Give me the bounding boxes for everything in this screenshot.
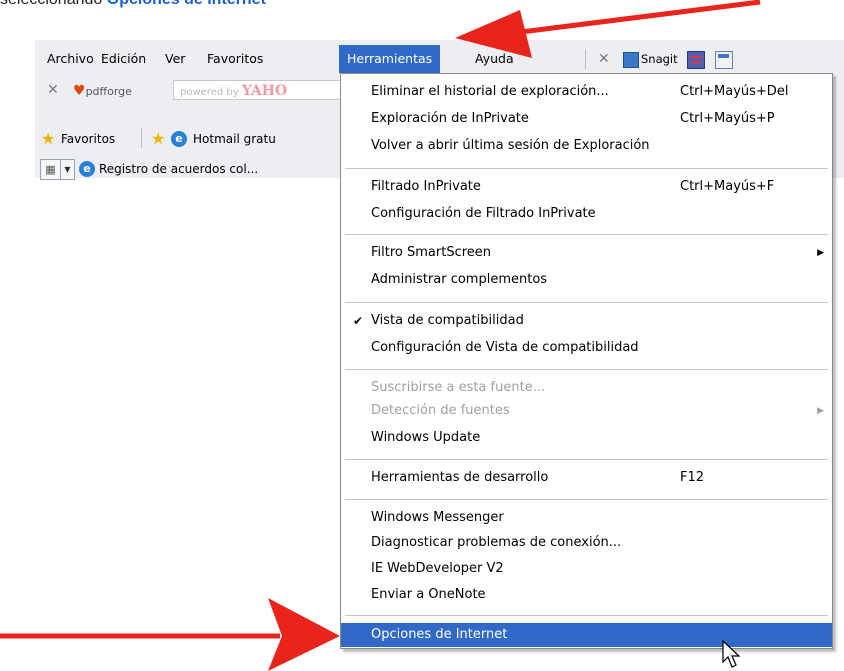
annotation-arrows: [0, 0, 761, 671]
mouse-cursor-icon: [722, 640, 741, 668]
top-arrow-shaft: [504, 0, 761, 37]
top-arrow-head: [455, 10, 532, 58]
